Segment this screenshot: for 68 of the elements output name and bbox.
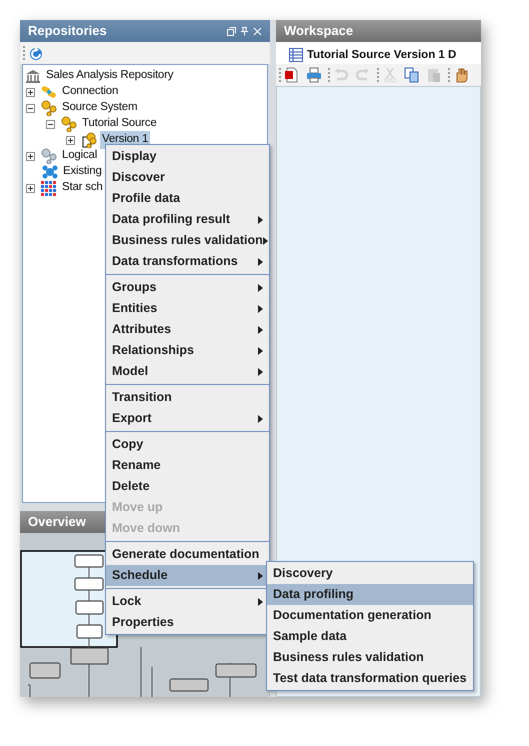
menu-item[interactable]: Discovery: [267, 563, 473, 584]
tree-item[interactable]: Sales Analysis Repository: [44, 67, 176, 85]
panel-title: Repositories: [28, 22, 107, 40]
tree-item[interactable]: Existing: [61, 163, 104, 181]
submenu-arrow-icon: [258, 304, 263, 312]
nodes-icon: [41, 148, 57, 164]
menu-item[interactable]: Schedule: [106, 565, 269, 586]
menu-item[interactable]: Properties: [106, 612, 269, 633]
expand-icon[interactable]: [66, 136, 75, 144]
submenu-arrow-icon: [258, 326, 263, 334]
menu-item[interactable]: Display: [106, 146, 269, 167]
submenu-arrow-icon: [258, 368, 263, 376]
tree-item[interactable]: Tutorial Source: [80, 115, 159, 133]
menu-item[interactable]: Business rules validation: [106, 230, 269, 251]
pdf-icon[interactable]: [284, 67, 300, 83]
collapse-icon[interactable]: [26, 104, 35, 112]
expand-icon[interactable]: [26, 88, 35, 96]
expand-icon[interactable]: [26, 184, 35, 192]
menu-item[interactable]: Lock: [106, 591, 269, 612]
submenu-arrow-icon: [258, 414, 263, 422]
menu-item[interactable]: Sample data: [267, 626, 473, 647]
collapse-icon[interactable]: [46, 120, 55, 128]
close-icon[interactable]: [253, 26, 262, 36]
submenu-arrow-icon: [258, 598, 263, 606]
copy-icon[interactable]: [404, 67, 420, 83]
nodes-icon: [41, 100, 57, 116]
menu-item[interactable]: Model: [106, 361, 269, 382]
menu-item[interactable]: Groups: [106, 277, 269, 298]
tree-item[interactable]: Logical: [60, 147, 100, 165]
menu-item[interactable]: Documentation generation: [267, 605, 473, 626]
bank-icon: [25, 68, 41, 84]
menu-item[interactable]: Export: [106, 408, 269, 429]
nodes-icon: [61, 116, 77, 132]
document-nodes-icon: [81, 132, 97, 148]
cluster-icon: [42, 164, 58, 180]
menu-item[interactable]: Generate documentation: [106, 544, 269, 565]
menu-item[interactable]: Discover: [106, 167, 269, 188]
refresh-icon[interactable]: [28, 45, 44, 61]
menu-item[interactable]: Business rules validation: [267, 647, 473, 668]
submenu-arrow-icon: [262, 236, 268, 244]
menu-item[interactable]: Copy: [106, 434, 269, 455]
tree-item[interactable]: Star sch: [60, 179, 105, 197]
menu-item[interactable]: Data profiling: [267, 584, 473, 605]
tree-item[interactable]: Connection: [60, 83, 120, 101]
grid-icon: [41, 180, 57, 196]
submenu-arrow-icon: [258, 346, 263, 354]
menu-item[interactable]: Transition: [106, 387, 269, 408]
submenu-arrow-icon: [258, 284, 263, 292]
menu-item[interactable]: Delete: [106, 476, 269, 497]
menu-item[interactable]: Relationships: [106, 340, 269, 361]
submenu-arrow-icon: [258, 258, 263, 266]
panel-title: Workspace: [284, 22, 354, 40]
expand-icon[interactable]: [26, 152, 35, 160]
pin-icon[interactable]: [240, 26, 249, 36]
menu-item[interactable]: Test data transformation queries: [267, 668, 473, 689]
menu-item[interactable]: Profile data: [106, 188, 269, 209]
restore-icon[interactable]: [227, 26, 236, 36]
tree-item[interactable]: Source System: [60, 99, 140, 117]
menu-item[interactable]: Entities: [106, 298, 269, 319]
menu-item[interactable]: Rename: [106, 455, 269, 476]
menu-item[interactable]: Attributes: [106, 319, 269, 340]
submenu-arrow-icon: [258, 216, 263, 224]
connection-icon: [41, 84, 57, 100]
print-icon[interactable]: [306, 67, 322, 83]
submenu-arrow-icon: [258, 572, 263, 580]
panel-title: Overview: [28, 513, 86, 532]
menu-item[interactable]: Data profiling result: [106, 209, 269, 230]
menu-item[interactable]: Data transformations: [106, 251, 269, 272]
